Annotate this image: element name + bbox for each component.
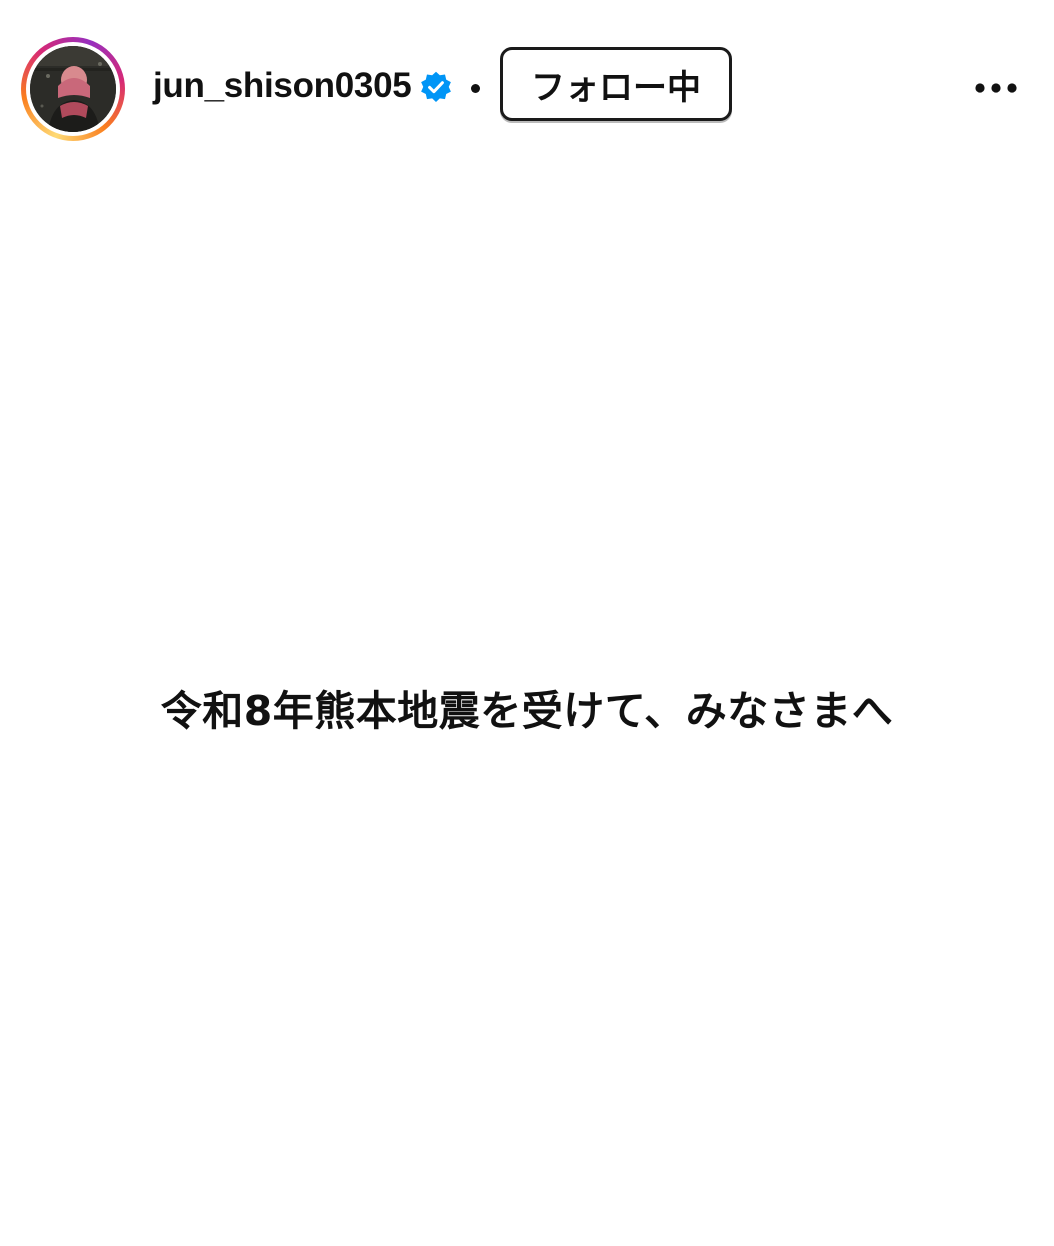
separator-dot: [471, 84, 480, 93]
avatar-photo: [30, 46, 116, 132]
post-image[interactable]: 令和8年熊本地震を受けて、みなさまへ: [0, 176, 1054, 1246]
username-link[interactable]: jun_shison0305: [153, 64, 412, 108]
post-header: jun_shison0305 フォロー中: [0, 0, 1054, 176]
avatar-gap: [26, 42, 120, 136]
avatar[interactable]: [30, 46, 116, 132]
verified-badge-icon: [421, 71, 451, 102]
following-button[interactable]: フォロー中: [500, 47, 732, 121]
more-options-icon[interactable]: [968, 70, 1024, 106]
post-text: 令和8年熊本地震を受けて、みなさまへ: [160, 687, 894, 735]
story-ring[interactable]: [21, 37, 125, 141]
